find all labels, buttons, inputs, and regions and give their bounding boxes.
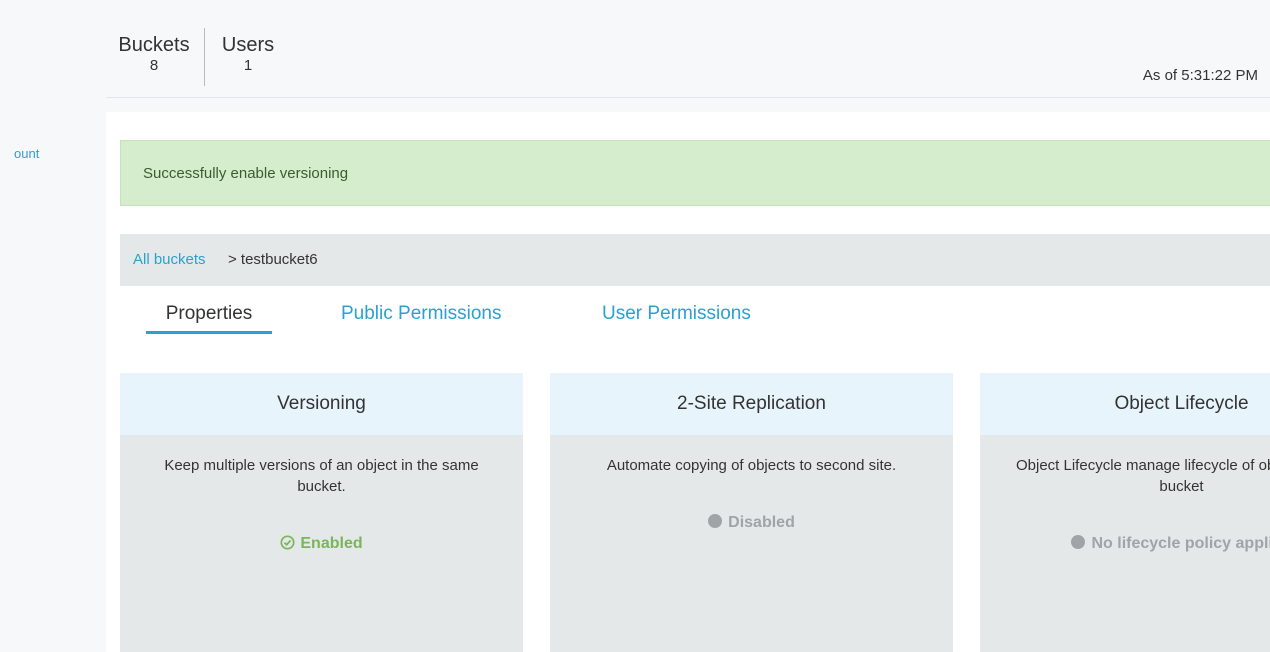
object-lifecycle-card[interactable]: Object Lifecycle Object Lifecycle manage… — [980, 373, 1270, 652]
breadcrumb-all-buckets-link[interactable]: All buckets — [133, 251, 206, 268]
versioning-card[interactable]: Versioning Keep multiple versions of an … — [120, 373, 523, 652]
replication-card[interactable]: 2-Site Replication Automate copying of o… — [550, 373, 953, 652]
card-title: Object Lifecycle — [980, 373, 1270, 435]
as-of-timestamp: As of 5:31:22 PM — [1142, 67, 1258, 84]
buckets-stat[interactable]: Buckets 8 — [108, 34, 200, 76]
card-title: Versioning — [120, 373, 523, 435]
breadcrumb-current-bucket: > testbucket6 — [228, 251, 318, 268]
success-alert: Successfully enable versioning — [120, 140, 1270, 206]
card-status: Disabled — [550, 514, 953, 532]
bucket-detail-panel: Successfully enable versioning All bucke… — [106, 112, 1270, 652]
status-text: Enabled — [300, 535, 363, 552]
status-text: No lifecycle policy applied — [1091, 535, 1270, 552]
card-title: 2-Site Replication — [550, 373, 953, 435]
users-label: Users — [221, 34, 275, 56]
check-circle-icon — [280, 535, 295, 550]
card-status: No lifecycle policy applied — [980, 535, 1270, 553]
tab-user-permissions[interactable]: User Permissions — [602, 303, 751, 325]
sidebar-account-link[interactable]: ount — [14, 146, 39, 161]
alert-message: Successfully enable versioning — [143, 165, 349, 182]
users-count: 1 — [243, 57, 253, 74]
buckets-label: Buckets — [118, 34, 190, 56]
left-sidebar: ount — [0, 0, 106, 652]
card-status: Enabled — [120, 535, 523, 553]
card-description: Object Lifecycle manage lifecycle of obj… — [1015, 457, 1270, 495]
breadcrumb: All buckets > testbucket6 — [120, 234, 1270, 286]
status-text: Disabled — [728, 514, 795, 531]
dot-icon — [708, 514, 723, 528]
tab-properties[interactable]: Properties — [146, 303, 272, 334]
dot-icon — [1071, 535, 1086, 549]
stats-header: Buckets 8 Users 1 As of 5:31:22 PM — [106, 0, 1270, 98]
card-description: Keep multiple versions of an object in t… — [164, 457, 479, 495]
stats-divider — [204, 28, 205, 86]
tab-public-permissions[interactable]: Public Permissions — [341, 303, 502, 325]
users-stat[interactable]: Users 1 — [218, 34, 278, 76]
buckets-count: 8 — [149, 57, 159, 74]
card-description: Automate copying of objects to second si… — [606, 457, 897, 474]
